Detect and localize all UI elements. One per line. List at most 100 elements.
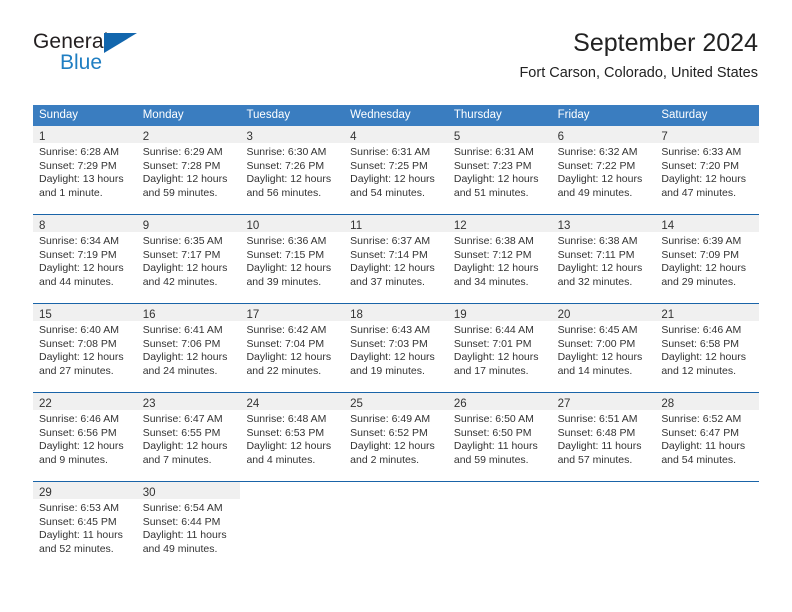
day-cell[interactable]: 29 Sunrise: 6:53 AM Sunset: 6:45 PM Dayligh…	[33, 482, 137, 570]
day-cell[interactable]: 9 Sunrise: 6:35 AM Sunset: 7:17 PM Daylight…	[136, 215, 241, 303]
title-block: September 2024 Fort Carson, Colorado, Un…	[519, 28, 758, 84]
day-cell[interactable]: 21 Sunrise: 6:46 AM Sunset: 6:58 PM Dayligh…	[655, 304, 760, 392]
day-cell-empty	[447, 482, 552, 570]
day-number: 1	[39, 131, 46, 143]
day-info: Sunrise: 6:29 AM Sunset: 7:28 PM Daylight:…	[137, 143, 241, 200]
day-info: Sunrise: 6:28 AM Sunset: 7:29 PM Daylight:…	[33, 143, 137, 200]
day-cell[interactable]: 12 Sunrise: 6:38 AM Sunset: 7:12 PM Dayligh…	[447, 215, 552, 303]
weekday-header-row: Sunday Monday Tuesday Wednesday Thursday…	[33, 105, 759, 126]
day-cell[interactable]: 30 Sunrise: 6:54 AM Sunset: 6:44 PM Dayligh…	[136, 482, 241, 570]
day-cell-empty	[551, 482, 656, 570]
sunrise-text: Sunrise: 6:52 AM	[661, 413, 742, 425]
weekday-header-tuesday: Tuesday	[246, 109, 291, 121]
day-cell[interactable]: 11 Sunrise: 6:37 AM Sunset: 7:14 PM Dayligh…	[344, 215, 448, 303]
day-cell[interactable]: 14 Sunrise: 6:39 AM Sunset: 7:09 PM Dayligh…	[655, 215, 760, 303]
day-cell[interactable]: 5 Sunrise: 6:31 AM Sunset: 7:23 PM Daylight…	[447, 126, 552, 214]
day-info: Sunrise: 6:45 AM Sunset: 7:00 PM Daylight:…	[552, 321, 656, 378]
day-cell[interactable]: 15 Sunrise: 6:40 AM Sunset: 7:08 PM Dayligh…	[33, 304, 137, 392]
day-number-band: 29	[33, 482, 137, 499]
day-cell[interactable]: 20 Sunrise: 6:45 AM Sunset: 7:00 PM Dayligh…	[551, 304, 656, 392]
day-cell[interactable]: 7 Sunrise: 6:33 AM Sunset: 7:20 PM Daylight…	[655, 126, 760, 214]
day-info: Sunrise: 6:46 AM Sunset: 6:58 PM Daylight:…	[655, 321, 759, 378]
day-number-band: 30	[136, 482, 241, 499]
day-cell[interactable]: 16 Sunrise: 6:41 AM Sunset: 7:06 PM Dayligh…	[136, 304, 241, 392]
page-title: September 2024	[573, 29, 758, 57]
daylight-text: Daylight: 12 hours and 17 minutes.	[453, 351, 539, 377]
day-number-band: 5	[447, 126, 552, 143]
day-info: Sunrise: 6:38 AM Sunset: 7:12 PM Daylight:…	[448, 232, 552, 289]
sunrise-text: Sunrise: 6:35 AM	[142, 235, 223, 247]
sunset-text: Sunset: 6:58 PM	[661, 337, 739, 350]
day-number: 15	[39, 309, 52, 321]
daylight-text: Daylight: 12 hours and 56 minutes.	[246, 173, 332, 199]
day-number: 27	[557, 398, 571, 410]
day-cell[interactable]: 26 Sunrise: 6:50 AM Sunset: 6:50 PM Dayligh…	[447, 393, 552, 481]
day-info: Sunrise: 6:34 AM Sunset: 7:19 PM Daylight:…	[33, 232, 137, 289]
daylight-text: Daylight: 11 hours and 54 minutes.	[661, 440, 746, 466]
day-number-band: 16	[136, 304, 241, 321]
daylight-text: Daylight: 12 hours and 39 minutes.	[246, 262, 332, 288]
day-info: Sunrise: 6:54 AM Sunset: 6:44 PM Daylight:…	[137, 499, 241, 556]
daylight-text: Daylight: 12 hours and 59 minutes.	[142, 173, 228, 199]
day-cell[interactable]: 23 Sunrise: 6:47 AM Sunset: 6:55 PM Dayligh…	[136, 393, 241, 481]
sunrise-text: Sunrise: 6:28 AM	[39, 146, 119, 158]
day-number: 19	[453, 309, 467, 321]
week-row: 1 Sunrise: 6:28 AM Sunset: 7:29 PM Daylight…	[33, 126, 760, 214]
day-number-band: 28	[655, 393, 760, 410]
day-cell[interactable]: 6 Sunrise: 6:32 AM Sunset: 7:22 PM Daylight…	[551, 126, 656, 214]
day-number-band: 26	[447, 393, 552, 410]
sunrise-text: Sunrise: 6:34 AM	[39, 235, 119, 247]
daylight-text: Daylight: 11 hours and 49 minutes.	[142, 529, 227, 555]
day-number-band: 17	[240, 304, 345, 321]
day-cell[interactable]: 18 Sunrise: 6:43 AM Sunset: 7:03 PM Dayligh…	[344, 304, 448, 392]
day-cell[interactable]: 17 Sunrise: 6:42 AM Sunset: 7:04 PM Dayligh…	[240, 304, 345, 392]
day-cell[interactable]: 25 Sunrise: 6:49 AM Sunset: 6:52 PM Dayligh…	[344, 393, 448, 481]
day-number-band	[655, 482, 759, 499]
day-number: 30	[142, 487, 156, 499]
day-number: 10	[246, 220, 260, 232]
general-blue-logo[interactable]: General Blue	[33, 30, 213, 86]
sunset-text: Sunset: 6:55 PM	[142, 426, 221, 439]
day-cell[interactable]: 13 Sunrise: 6:38 AM Sunset: 7:11 PM Dayligh…	[551, 215, 656, 303]
day-info: Sunrise: 6:48 AM Sunset: 6:53 PM Daylight:…	[240, 410, 344, 467]
day-info: Sunrise: 6:37 AM Sunset: 7:14 PM Daylight:…	[344, 232, 448, 289]
day-number-band: 6	[551, 126, 656, 143]
weekday-header-saturday: Saturday	[661, 109, 708, 121]
sunrise-text: Sunrise: 6:33 AM	[661, 146, 742, 158]
day-info: Sunrise: 6:31 AM Sunset: 7:23 PM Daylight:…	[448, 143, 552, 200]
daylight-text: Daylight: 12 hours and 51 minutes.	[453, 173, 539, 199]
day-cell[interactable]: 4 Sunrise: 6:31 AM Sunset: 7:25 PM Daylight…	[344, 126, 448, 214]
day-info: Sunrise: 6:46 AM Sunset: 6:56 PM Daylight:…	[33, 410, 137, 467]
day-info: Sunrise: 6:49 AM Sunset: 6:52 PM Daylight:…	[344, 410, 448, 467]
day-info: Sunrise: 6:51 AM Sunset: 6:48 PM Daylight:…	[552, 410, 656, 467]
day-cell[interactable]: 2 Sunrise: 6:29 AM Sunset: 7:28 PM Daylight…	[136, 126, 241, 214]
day-cell[interactable]: 19 Sunrise: 6:44 AM Sunset: 7:01 PM Dayligh…	[447, 304, 552, 392]
day-cell[interactable]: 10 Sunrise: 6:36 AM Sunset: 7:15 PM Dayligh…	[240, 215, 345, 303]
day-number: 18	[350, 309, 363, 321]
sunrise-text: Sunrise: 6:48 AM	[246, 413, 327, 425]
day-cell[interactable]: 28 Sunrise: 6:52 AM Sunset: 6:47 PM Dayligh…	[655, 393, 760, 481]
daylight-text: Daylight: 12 hours and 24 minutes.	[142, 351, 228, 377]
day-cell[interactable]: 24 Sunrise: 6:48 AM Sunset: 6:53 PM Dayligh…	[240, 393, 345, 481]
sunrise-text: Sunrise: 6:45 AM	[557, 324, 638, 336]
day-number: 17	[246, 309, 260, 321]
daylight-text: Daylight: 12 hours and 37 minutes.	[350, 262, 435, 288]
week-row: 8 Sunrise: 6:34 AM Sunset: 7:19 PM Daylight…	[33, 214, 760, 303]
weekday-header-thursday: Thursday	[453, 109, 502, 121]
day-cell[interactable]: 3 Sunrise: 6:30 AM Sunset: 7:26 PM Daylight…	[240, 126, 345, 214]
day-number: 2	[142, 131, 150, 143]
day-number: 24	[246, 398, 260, 410]
day-info: Sunrise: 6:43 AM Sunset: 7:03 PM Daylight:…	[344, 321, 448, 378]
day-number-band: 24	[240, 393, 345, 410]
day-cell[interactable]: 1 Sunrise: 6:28 AM Sunset: 7:29 PM Daylight…	[33, 126, 137, 214]
weekday-header-sunday: Sunday	[39, 109, 79, 121]
day-number: 29	[39, 487, 52, 499]
sunrise-text: Sunrise: 6:38 AM	[557, 235, 638, 247]
day-cell[interactable]: 22 Sunrise: 6:46 AM Sunset: 6:56 PM Dayligh…	[33, 393, 137, 481]
sunset-text: Sunset: 7:06 PM	[142, 337, 221, 350]
day-cell[interactable]: 27 Sunrise: 6:51 AM Sunset: 6:48 PM Dayligh…	[551, 393, 656, 481]
sunset-text: Sunset: 7:08 PM	[39, 337, 117, 350]
daylight-text: Daylight: 12 hours and 19 minutes.	[350, 351, 435, 377]
day-cell[interactable]: 8 Sunrise: 6:34 AM Sunset: 7:19 PM Daylight…	[33, 215, 137, 303]
day-info: Sunrise: 6:31 AM Sunset: 7:25 PM Daylight:…	[344, 143, 448, 200]
